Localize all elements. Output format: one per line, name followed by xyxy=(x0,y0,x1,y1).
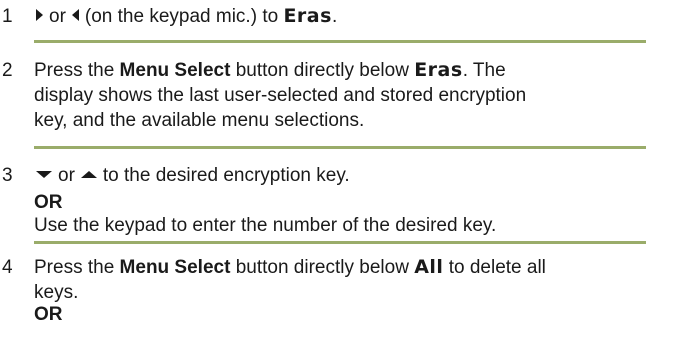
up-arrow-icon xyxy=(80,170,97,178)
press-text: Press the xyxy=(34,60,115,81)
step-number: 4 xyxy=(2,257,13,278)
or-label: OR xyxy=(34,304,63,325)
step-number: 2 xyxy=(2,60,13,81)
step-number: 3 xyxy=(2,165,13,186)
or-word: or xyxy=(49,6,66,27)
text-line: Use the keypad to enter the number of th… xyxy=(34,215,497,236)
or-word: or xyxy=(58,165,75,186)
step-text: or (on the keypad mic.) to Eras. xyxy=(34,4,644,29)
text-line: key, and the available menu selections. xyxy=(34,110,365,131)
mid-text: button directly below xyxy=(235,60,409,81)
text-line: or to the desired encryption key. xyxy=(34,163,644,188)
divider-rule xyxy=(34,241,646,244)
text-line: Press the Menu Select button directly be… xyxy=(34,255,644,280)
instruction-text: to the desired encryption key. xyxy=(102,165,350,186)
step-text: Press the Menu Select button directly be… xyxy=(34,255,644,327)
or-heading: OR xyxy=(34,302,644,327)
menu-select-label: Menu Select xyxy=(119,60,231,81)
display-word-eras: Eras xyxy=(414,59,463,81)
menu-select-label: Menu Select xyxy=(119,257,231,278)
step-number: 1 xyxy=(2,6,13,27)
mid-text: button directly below xyxy=(235,257,409,278)
left-arrow-icon xyxy=(71,9,79,22)
display-word-eras: Eras xyxy=(283,5,332,27)
or-heading: OR xyxy=(34,190,644,215)
divider-rule xyxy=(34,146,646,149)
step-text: or to the desired encryption key. OR Use … xyxy=(34,163,644,238)
display-word-all: All xyxy=(414,256,444,278)
instruction-text: (on the keypad mic.) to xyxy=(84,6,279,27)
period: . xyxy=(331,6,338,27)
down-arrow-icon xyxy=(36,170,52,178)
or-label: OR xyxy=(34,192,63,213)
divider-rule xyxy=(34,40,646,43)
rest-text: . The xyxy=(462,60,506,81)
text-line: Press the Menu Select button directly be… xyxy=(34,58,644,83)
press-text: Press the xyxy=(34,257,115,278)
text-line: display shows the last user-selected and… xyxy=(34,85,527,106)
right-arrow-icon xyxy=(36,9,43,22)
rest-text: to delete all xyxy=(448,257,546,278)
step-text: Press the Menu Select button directly be… xyxy=(34,58,644,133)
procedure-document: 1 or (on the keypad mic.) to Eras. 2 Pres… xyxy=(0,0,681,340)
